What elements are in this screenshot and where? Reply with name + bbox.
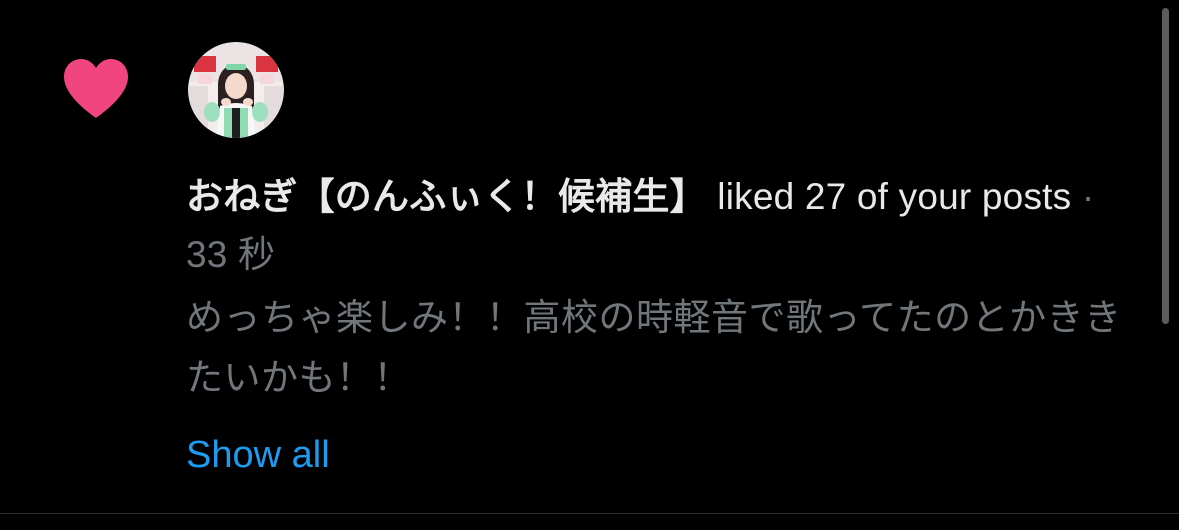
heart-icon <box>64 59 128 118</box>
like-notification[interactable]: おねぎ【のんふぃく！候補生】 liked 27 of your posts · … <box>0 0 1179 510</box>
notification-headline: おねぎ【のんふぃく！候補生】 liked 27 of your posts · … <box>186 168 1126 284</box>
avatar-image <box>188 42 284 138</box>
post-preview-text[interactable]: めっちゃ楽しみ！！高校の時軽音で歌ってたのとかききたいかも！！ <box>186 288 1126 408</box>
notification-body: おねぎ【のんふぃく！候補生】 liked 27 of your posts · … <box>186 168 1126 408</box>
username[interactable]: おねぎ【のんふぃく！候補生】 <box>186 176 707 217</box>
show-all-link[interactable]: Show all <box>186 430 330 480</box>
avatar[interactable] <box>188 42 284 138</box>
divider <box>0 513 1179 514</box>
timestamp: 33 秒 <box>186 234 276 275</box>
scrollbar[interactable] <box>1162 8 1169 324</box>
separator: · <box>1071 176 1095 217</box>
action-text: liked 27 of your posts <box>706 176 1072 217</box>
